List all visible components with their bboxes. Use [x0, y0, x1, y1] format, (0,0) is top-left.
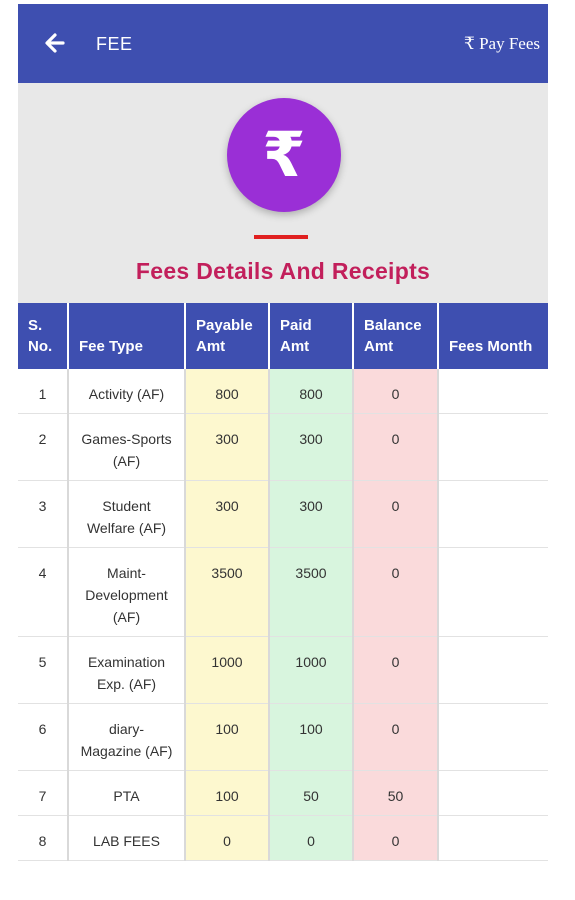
cell-payable: 100	[185, 770, 270, 816]
title-divider	[254, 235, 308, 239]
cell-fees-month	[438, 413, 548, 481]
cell-sno: 3	[18, 480, 69, 548]
cell-fee-type: Examination Exp. (AF)	[68, 636, 186, 704]
cell-balance: 0	[353, 547, 439, 637]
cell-paid: 300	[269, 413, 354, 481]
cell-payable: 3500	[185, 547, 270, 637]
cell-sno: 7	[18, 770, 69, 816]
back-arrow-icon[interactable]	[44, 32, 66, 54]
cell-fees-month	[438, 547, 548, 637]
cell-paid: 300	[269, 480, 354, 548]
cell-fees-month	[438, 815, 548, 861]
cell-payable: 0	[185, 815, 270, 861]
cell-sno: 4	[18, 547, 69, 637]
table-row: 6 diary-Magazine (AF) 100 100 0	[18, 703, 548, 771]
cell-fee-type: diary-Magazine (AF)	[68, 703, 186, 771]
cell-sno: 1	[18, 369, 69, 414]
col-header-paid: Paid Amt	[269, 303, 354, 369]
cell-payable: 300	[185, 480, 270, 548]
cell-fee-type: Games-Sports (AF)	[68, 413, 186, 481]
cell-balance: 0	[353, 815, 439, 861]
cell-payable: 800	[185, 369, 270, 414]
col-header-sno: S. No.	[18, 303, 69, 369]
table-header-row: S. No. Fee Type Payable Amt Paid Amt Bal…	[18, 303, 548, 369]
cell-fees-month	[438, 369, 548, 414]
cell-fee-type: PTA	[68, 770, 186, 816]
col-header-balance: Balance Amt	[353, 303, 439, 369]
cell-payable: 1000	[185, 636, 270, 704]
table-row: 7 PTA 100 50 50	[18, 770, 548, 816]
col-header-fee-type: Fee Type	[68, 303, 186, 369]
col-header-payable: Payable Amt	[185, 303, 270, 369]
cell-paid: 1000	[269, 636, 354, 704]
section-title: Fees Details And Receipts	[135, 258, 431, 284]
table-row: 8 LAB FEES 0 0 0	[18, 815, 548, 861]
cell-paid: 0	[269, 815, 354, 861]
cell-balance: 50	[353, 770, 439, 816]
app-header: FEE ₹ Pay Fees	[18, 4, 548, 83]
cell-fee-type: Maint-Development (AF)	[68, 547, 186, 637]
cell-paid: 800	[269, 369, 354, 414]
rupee-icon: ₹	[227, 98, 341, 212]
cell-payable: 100	[185, 703, 270, 771]
cell-sno: 8	[18, 815, 69, 861]
cell-paid: 3500	[269, 547, 354, 637]
table-row: 1 Activity (AF) 800 800 0	[18, 369, 548, 414]
app-screen: FEE ₹ Pay Fees ₹ Fees Details And Receip…	[18, 4, 548, 900]
cell-fee-type: Student Welfare (AF)	[68, 480, 186, 548]
cell-paid: 100	[269, 703, 354, 771]
table-row: 3 Student Welfare (AF) 300 300 0	[18, 480, 548, 548]
table-row: 4 Maint-Development (AF) 3500 3500 0	[18, 547, 548, 637]
table-row: 2 Games-Sports (AF) 300 300 0	[18, 413, 548, 481]
table-row: 5 Examination Exp. (AF) 1000 1000 0	[18, 636, 548, 704]
cell-balance: 0	[353, 413, 439, 481]
cell-payable: 300	[185, 413, 270, 481]
cell-balance: 0	[353, 703, 439, 771]
cell-fees-month	[438, 480, 548, 548]
cell-sno: 5	[18, 636, 69, 704]
cell-fee-type: Activity (AF)	[68, 369, 186, 414]
cell-fees-month	[438, 636, 548, 704]
cell-fees-month	[438, 703, 548, 771]
col-header-fees-month: Fees Month	[438, 303, 548, 369]
cell-balance: 0	[353, 480, 439, 548]
pay-fees-button[interactable]: ₹ Pay Fees	[464, 34, 540, 54]
cell-sno: 6	[18, 703, 69, 771]
fees-hero: ₹ Fees Details And Receipts	[18, 83, 548, 303]
cell-paid: 50	[269, 770, 354, 816]
cell-balance: 0	[353, 636, 439, 704]
cell-fees-month	[438, 770, 548, 816]
cell-sno: 2	[18, 413, 69, 481]
page-title: FEE	[96, 34, 133, 54]
fees-table: S. No. Fee Type Payable Amt Paid Amt Bal…	[18, 303, 548, 861]
cell-fee-type: LAB FEES	[68, 815, 186, 861]
cell-balance: 0	[353, 369, 439, 414]
